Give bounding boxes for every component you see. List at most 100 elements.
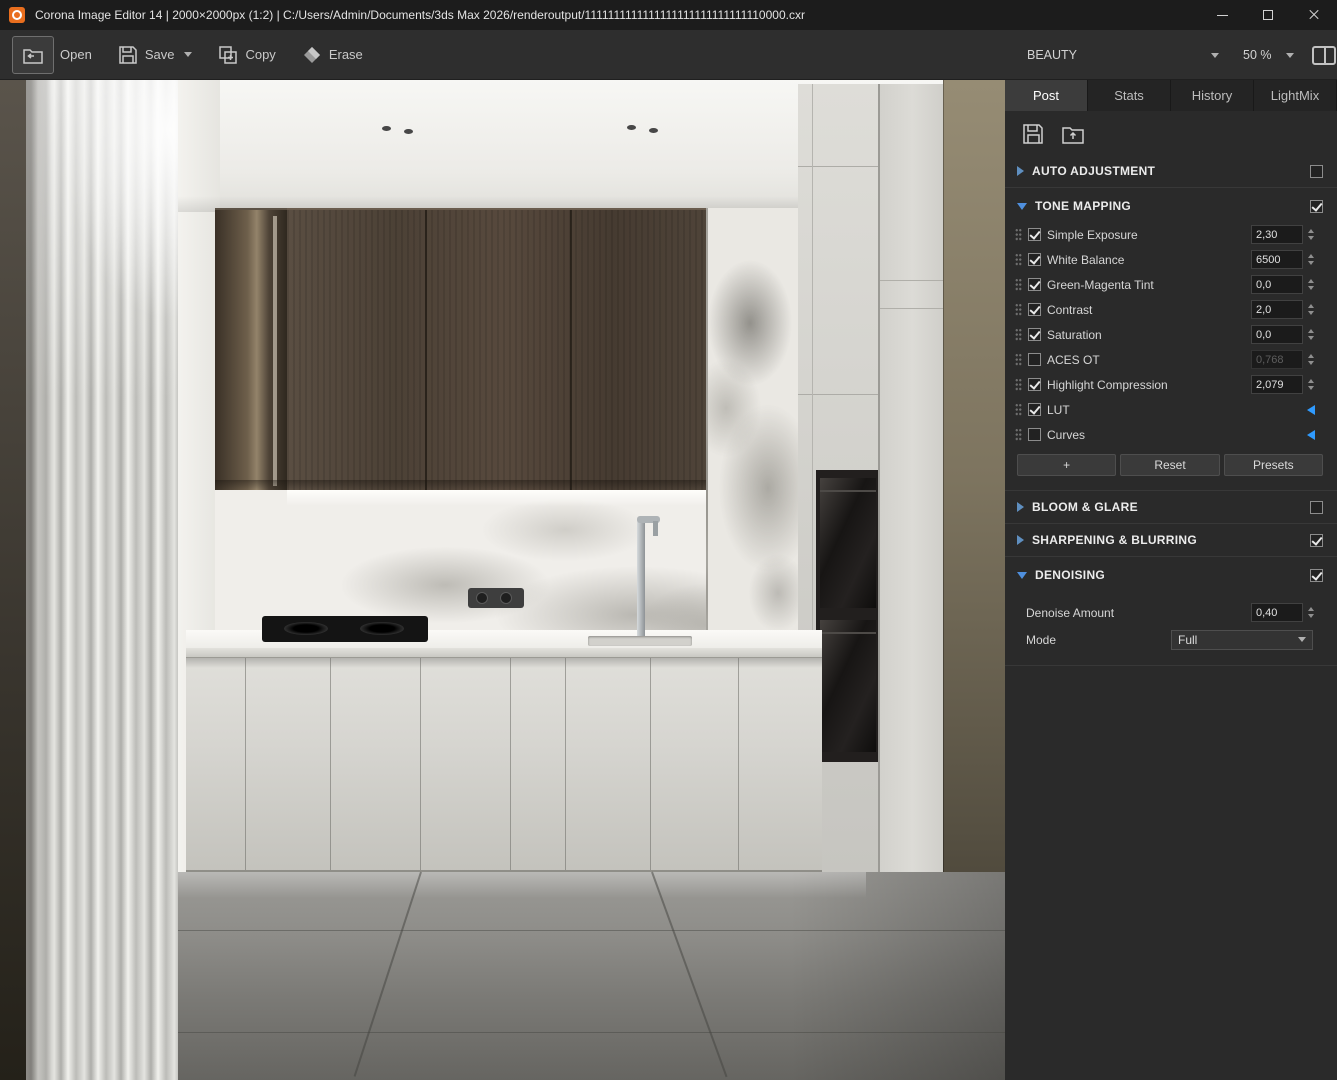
channel-select[interactable]: BEAUTY [1027, 48, 1219, 62]
cabinet-seam [245, 658, 246, 874]
simple-exposure-label: Simple Exposure [1047, 227, 1138, 242]
aces-ot-value[interactable]: 0,768 [1251, 350, 1303, 369]
expanded-arrow-icon [1017, 202, 1027, 210]
drag-handle-icon[interactable] [1015, 428, 1022, 441]
spin-up-icon [1308, 379, 1314, 383]
white-balance-label: White Balance [1047, 252, 1125, 267]
highlight-compression-checkbox[interactable] [1028, 378, 1041, 391]
spin-up-icon [1308, 229, 1314, 233]
drag-handle-icon[interactable] [1015, 278, 1022, 291]
green-magenta-tint-spinner[interactable] [1305, 275, 1317, 294]
floor-reflection [166, 872, 866, 898]
denoising-header[interactable]: DENOISING [1005, 559, 1337, 591]
drag-handle-icon[interactable] [1015, 253, 1022, 266]
oven-handle [820, 490, 876, 492]
window-title: Corona Image Editor 14 | 2000×2000px (1:… [35, 8, 805, 22]
tab-lightmix[interactable]: LightMix [1254, 80, 1337, 111]
sink [588, 636, 692, 646]
burner [284, 622, 328, 635]
auto-adjustment-checkbox[interactable] [1310, 164, 1323, 178]
lut-expand-arrow-icon[interactable] [1307, 404, 1315, 415]
ceiling-spotlight [382, 126, 391, 131]
simple-exposure-spinner[interactable] [1305, 225, 1317, 244]
zoom-select[interactable]: 50 % [1243, 48, 1294, 62]
simple-exposure-checkbox[interactable] [1028, 228, 1041, 241]
close-button[interactable] [1291, 0, 1337, 30]
curves-checkbox[interactable] [1028, 428, 1041, 441]
green-magenta-tint-checkbox[interactable] [1028, 278, 1041, 291]
reset-button[interactable]: Reset [1120, 454, 1220, 476]
tone-mapping-title: TONE MAPPING [1035, 199, 1132, 213]
tab-stats-label: Stats [1114, 88, 1144, 103]
oven-stack [816, 470, 880, 762]
sharpening-checkbox[interactable] [1310, 533, 1323, 547]
maximize-button[interactable] [1245, 0, 1291, 30]
mode-caret-icon [1298, 637, 1306, 642]
simple-exposure-value[interactable]: 2,30 [1251, 225, 1303, 244]
tab-stats[interactable]: Stats [1088, 80, 1171, 111]
copy-icon [219, 45, 238, 64]
tab-lightmix-label: LightMix [1270, 88, 1320, 103]
white-balance-spinner[interactable] [1305, 250, 1317, 269]
green-magenta-tint-value[interactable]: 0,0 [1251, 275, 1303, 294]
tone-mapping-header[interactable]: TONE MAPPING [1005, 190, 1337, 222]
auto-adjustment-header[interactable]: AUTO ADJUSTMENT [1005, 155, 1337, 187]
under-cabinet-light [287, 490, 720, 506]
bloom-glare-header[interactable]: BLOOM & GLARE [1005, 491, 1337, 523]
tone-mapping-checkbox[interactable] [1310, 199, 1323, 213]
aces-ot-checkbox[interactable] [1028, 353, 1041, 366]
cabinet-side-panel [878, 84, 945, 874]
panel-tabs: Post Stats History LightMix [1005, 80, 1337, 111]
presets-button[interactable]: Presets [1223, 454, 1323, 476]
lut-checkbox[interactable] [1028, 403, 1041, 416]
drag-handle-icon[interactable] [1015, 403, 1022, 416]
white-balance-checkbox[interactable] [1028, 253, 1041, 266]
section-bloom-glare: BLOOM & GLARE [1005, 491, 1337, 524]
tab-post[interactable]: Post [1005, 80, 1088, 111]
aces-ot-spinner[interactable] [1305, 350, 1317, 369]
render-viewport[interactable] [0, 80, 1005, 1080]
white-balance-value[interactable]: 6500 [1251, 250, 1303, 269]
denoise-amount-spinner[interactable] [1305, 603, 1317, 622]
drag-handle-icon[interactable] [1015, 353, 1022, 366]
spin-down-icon [1308, 336, 1314, 340]
save-icon [119, 45, 137, 64]
sharpening-header[interactable]: SHARPENING & BLURRING [1005, 524, 1337, 556]
erase-button[interactable]: Erase [302, 45, 363, 65]
title-bar[interactable]: Corona Image Editor 14 | 2000×2000px (1:… [0, 0, 1337, 30]
minimize-button[interactable] [1199, 0, 1245, 30]
saturation-spinner[interactable] [1305, 325, 1317, 344]
denoise-mode-select[interactable]: Full [1171, 629, 1313, 650]
curves-expand-arrow-icon[interactable] [1307, 429, 1315, 440]
denoising-title: DENOISING [1035, 568, 1106, 582]
tab-history[interactable]: History [1171, 80, 1254, 111]
drag-handle-icon[interactable] [1015, 303, 1022, 316]
open-button[interactable]: Open [12, 35, 92, 74]
drag-handle-icon[interactable] [1015, 378, 1022, 391]
contrast-spinner[interactable] [1305, 300, 1317, 319]
add-operator-button[interactable]: + [1017, 454, 1117, 476]
tab-post-label: Post [1032, 88, 1059, 103]
split-view-button[interactable] [1311, 45, 1336, 65]
drag-handle-icon[interactable] [1015, 228, 1022, 241]
save-config-button[interactable] [1021, 122, 1045, 146]
section-tone-mapping: TONE MAPPING Simple Exposure 2,30 White … [1005, 188, 1337, 491]
save-button[interactable]: Save [118, 45, 193, 65]
copy-button[interactable]: Copy [218, 45, 276, 65]
bloom-glare-checkbox[interactable] [1310, 500, 1323, 514]
highlight-compression-spinner[interactable] [1305, 375, 1317, 394]
highlight-compression-value[interactable]: 2,079 [1251, 375, 1303, 394]
denoising-checkbox[interactable] [1310, 568, 1323, 582]
erase-label: Erase [328, 47, 363, 62]
param-white-balance: White Balance 6500 [1005, 247, 1337, 272]
saturation-value[interactable]: 0,0 [1251, 325, 1303, 344]
contrast-checkbox[interactable] [1028, 303, 1041, 316]
section-sharpening: SHARPENING & BLURRING [1005, 524, 1337, 557]
load-config-button[interactable] [1061, 122, 1085, 146]
drag-handle-icon[interactable] [1015, 328, 1022, 341]
post-panel: Post Stats History LightMix AUTO ADJUSTM… [1005, 80, 1337, 1080]
saturation-checkbox[interactable] [1028, 328, 1041, 341]
contrast-value[interactable]: 2,0 [1251, 300, 1303, 319]
denoise-amount-value[interactable]: 0,40 [1251, 603, 1303, 622]
bloom-glare-title: BLOOM & GLARE [1032, 500, 1138, 514]
